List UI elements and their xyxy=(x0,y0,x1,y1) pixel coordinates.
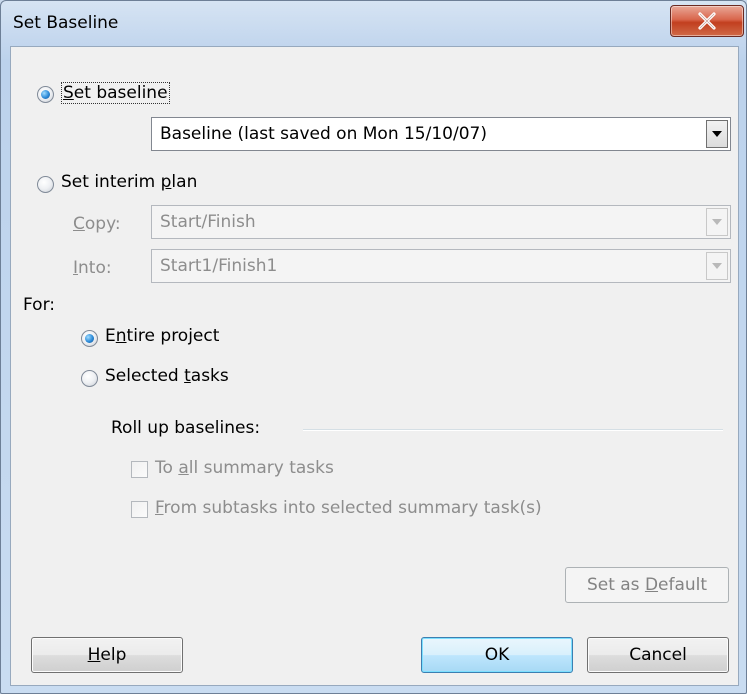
set-interim-plan-radio[interactable] xyxy=(37,176,54,193)
from-subtasks-checkbox[interactable] xyxy=(131,501,148,518)
selected-tasks-radio[interactable] xyxy=(81,370,98,387)
chevron-down-icon xyxy=(712,219,722,225)
selected-tasks-label[interactable]: Selected tasks xyxy=(105,366,229,386)
ok-button[interactable]: OK xyxy=(421,637,573,673)
entire-project-label[interactable]: Entire project xyxy=(105,326,219,346)
to-all-summary-tasks-checkbox[interactable] xyxy=(131,461,148,478)
dialog-body: Set baseline Baseline (last saved on Mon… xyxy=(10,46,739,686)
close-button[interactable] xyxy=(670,5,744,37)
baseline-dropdown-value: Baseline (last saved on Mon 15/10/07) xyxy=(160,124,487,144)
set-baseline-label[interactable]: Set baseline xyxy=(61,82,170,104)
into-dropdown[interactable]: Start1/Finish1 xyxy=(151,249,731,283)
entire-project-radio[interactable] xyxy=(81,330,98,347)
roll-up-separator xyxy=(303,429,723,431)
roll-up-baselines-label: Roll up baselines: xyxy=(111,418,261,438)
chevron-down-icon xyxy=(712,131,722,137)
into-dropdown-button[interactable] xyxy=(706,252,728,280)
into-label: Into: xyxy=(73,258,112,278)
copy-label: Copy: xyxy=(73,214,121,234)
for-label: For: xyxy=(23,295,55,315)
baseline-dropdown[interactable]: Baseline (last saved on Mon 15/10/07) xyxy=(151,117,731,151)
copy-dropdown[interactable]: Start/Finish xyxy=(151,205,731,239)
help-button[interactable]: Help xyxy=(31,637,183,673)
to-all-summary-tasks-label[interactable]: To all summary tasks xyxy=(155,458,334,478)
set-as-default-button[interactable]: Set as Default xyxy=(565,567,729,603)
title-bar[interactable]: Set Baseline xyxy=(1,1,746,45)
close-icon xyxy=(698,12,716,30)
from-subtasks-label[interactable]: From subtasks into selected summary task… xyxy=(155,498,542,518)
set-baseline-dialog: Set Baseline Set baseline Baseline (last… xyxy=(0,0,747,694)
chevron-down-icon xyxy=(712,263,722,269)
set-baseline-radio[interactable] xyxy=(37,86,54,103)
baseline-dropdown-button[interactable] xyxy=(706,120,728,148)
dialog-title: Set Baseline xyxy=(13,13,119,33)
into-dropdown-value: Start1/Finish1 xyxy=(160,256,278,276)
copy-dropdown-value: Start/Finish xyxy=(160,212,256,232)
cancel-button[interactable]: Cancel xyxy=(587,637,729,673)
copy-dropdown-button[interactable] xyxy=(706,208,728,236)
set-interim-plan-label[interactable]: Set interim plan xyxy=(61,172,197,192)
